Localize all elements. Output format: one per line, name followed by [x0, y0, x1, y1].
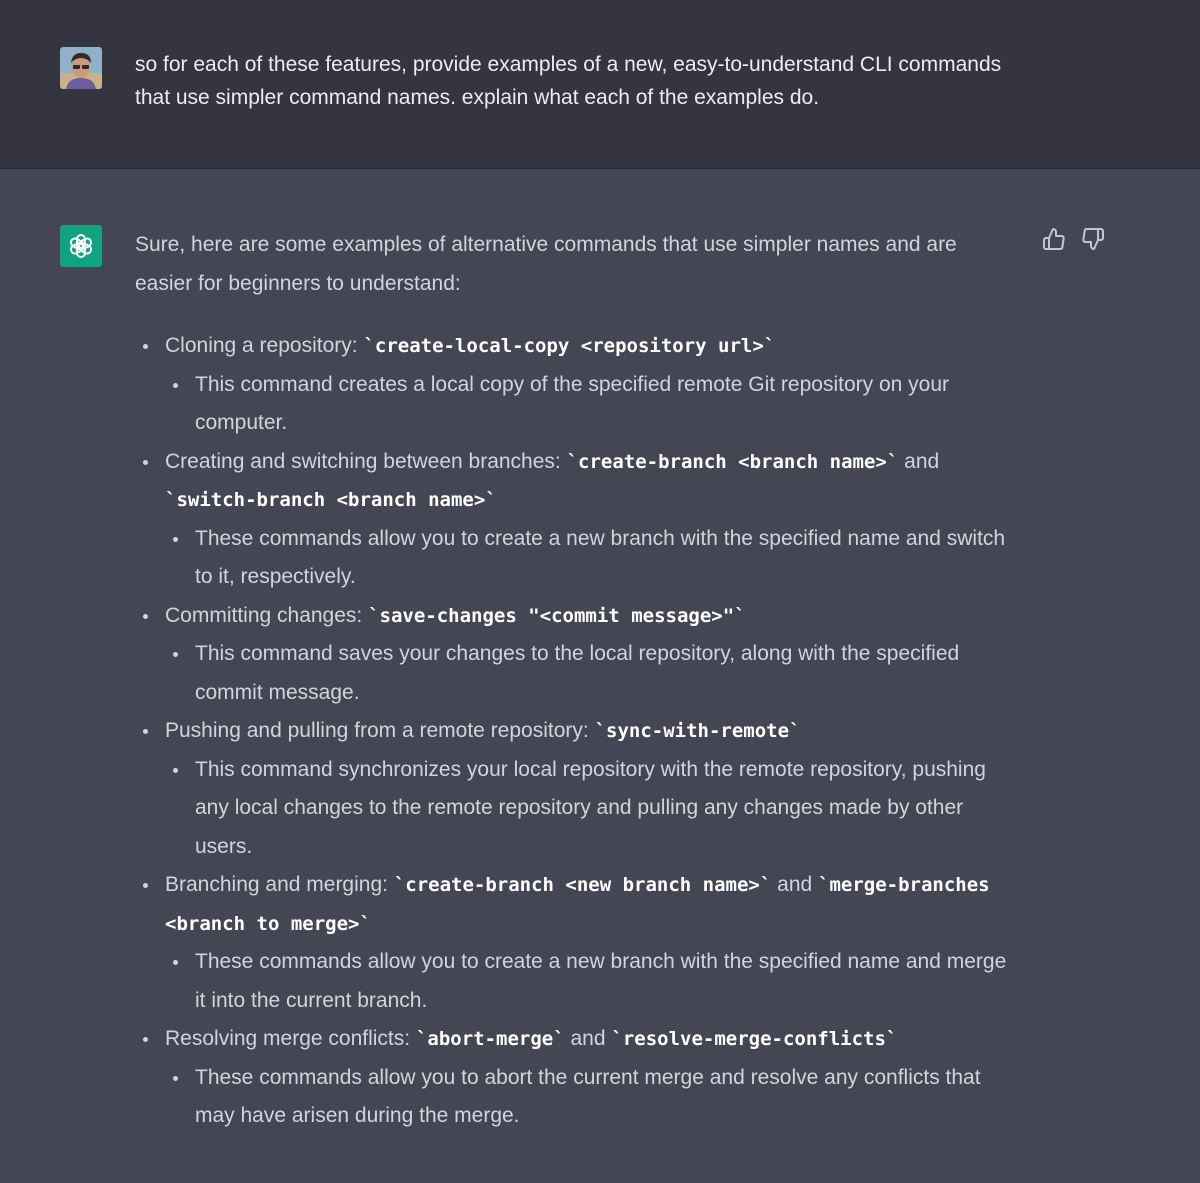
thumbs-down-icon [1082, 228, 1104, 250]
assistant-intro: Sure, here are some examples of alternat… [135, 233, 957, 295]
item-label: Cloning a repository: [165, 334, 364, 357]
list-item: Creating and switching between branches:… [135, 443, 1015, 520]
assistant-message: Sure, here are some examples of alternat… [0, 169, 1200, 1183]
sub-list-item: These commands allow you to create a new… [135, 520, 1015, 597]
user-avatar-photo [60, 47, 102, 89]
sub-list-item: These commands allow you to abort the cu… [135, 1059, 1015, 1136]
thumbs-down-button[interactable] [1081, 227, 1105, 256]
item-label: Committing changes: [165, 603, 369, 627]
openai-logo-icon [60, 225, 102, 267]
thumbs-up-button[interactable] [1042, 227, 1066, 256]
list-item: Committing changes: `save-changes "<comm… [135, 597, 1015, 636]
command-code: `sync-with-remote` [594, 720, 801, 742]
command-code: `switch-branch <branch name>` [165, 489, 497, 511]
command-code: `create-branch <new branch name>` [393, 874, 772, 896]
command-code: `create-branch <branch name>` [566, 450, 899, 473]
command-code: `save-changes "<commit message>"` [368, 604, 746, 627]
command-code: `create-local-copy <repository url>` [363, 335, 776, 357]
list-item: Branching and merging: `create-branch <n… [135, 866, 1015, 943]
item-joiner: and [771, 873, 819, 896]
list-item: Pushing and pulling from a remote reposi… [135, 712, 1015, 751]
list-item: Resolving merge conflicts: `abort-merge`… [135, 1020, 1015, 1059]
thumbs-up-icon [1043, 228, 1065, 250]
command-list: Cloning a repository: `create-local-copy… [135, 327, 1015, 1136]
item-label: Pushing and pulling from a remote reposi… [165, 719, 595, 742]
item-label: Resolving merge conflicts: [165, 1027, 416, 1050]
sub-list-item: These commands allow you to create a new… [135, 943, 1015, 1020]
command-code: `resolve-merge-conflicts` [611, 1028, 898, 1050]
item-label: Creating and switching between branches: [165, 449, 567, 473]
user-avatar [60, 47, 102, 89]
sub-list-item: This command creates a local copy of the… [135, 366, 1015, 443]
sub-list-item: This command saves your changes to the l… [135, 635, 1015, 712]
user-message: so for each of these features, provide e… [0, 0, 1200, 169]
item-joiner: and [898, 449, 940, 473]
item-joiner: and [564, 1027, 612, 1050]
user-message-text: so for each of these features, provide e… [135, 53, 1002, 109]
item-label: Branching and merging: [165, 873, 394, 896]
assistant-message-content: Sure, here are some examples of alternat… [135, 226, 1015, 1136]
sub-list-item: This command synchronizes your local rep… [135, 751, 1015, 867]
list-item: Cloning a repository: `create-local-copy… [135, 327, 1015, 366]
command-code: `abort-merge` [415, 1028, 565, 1050]
